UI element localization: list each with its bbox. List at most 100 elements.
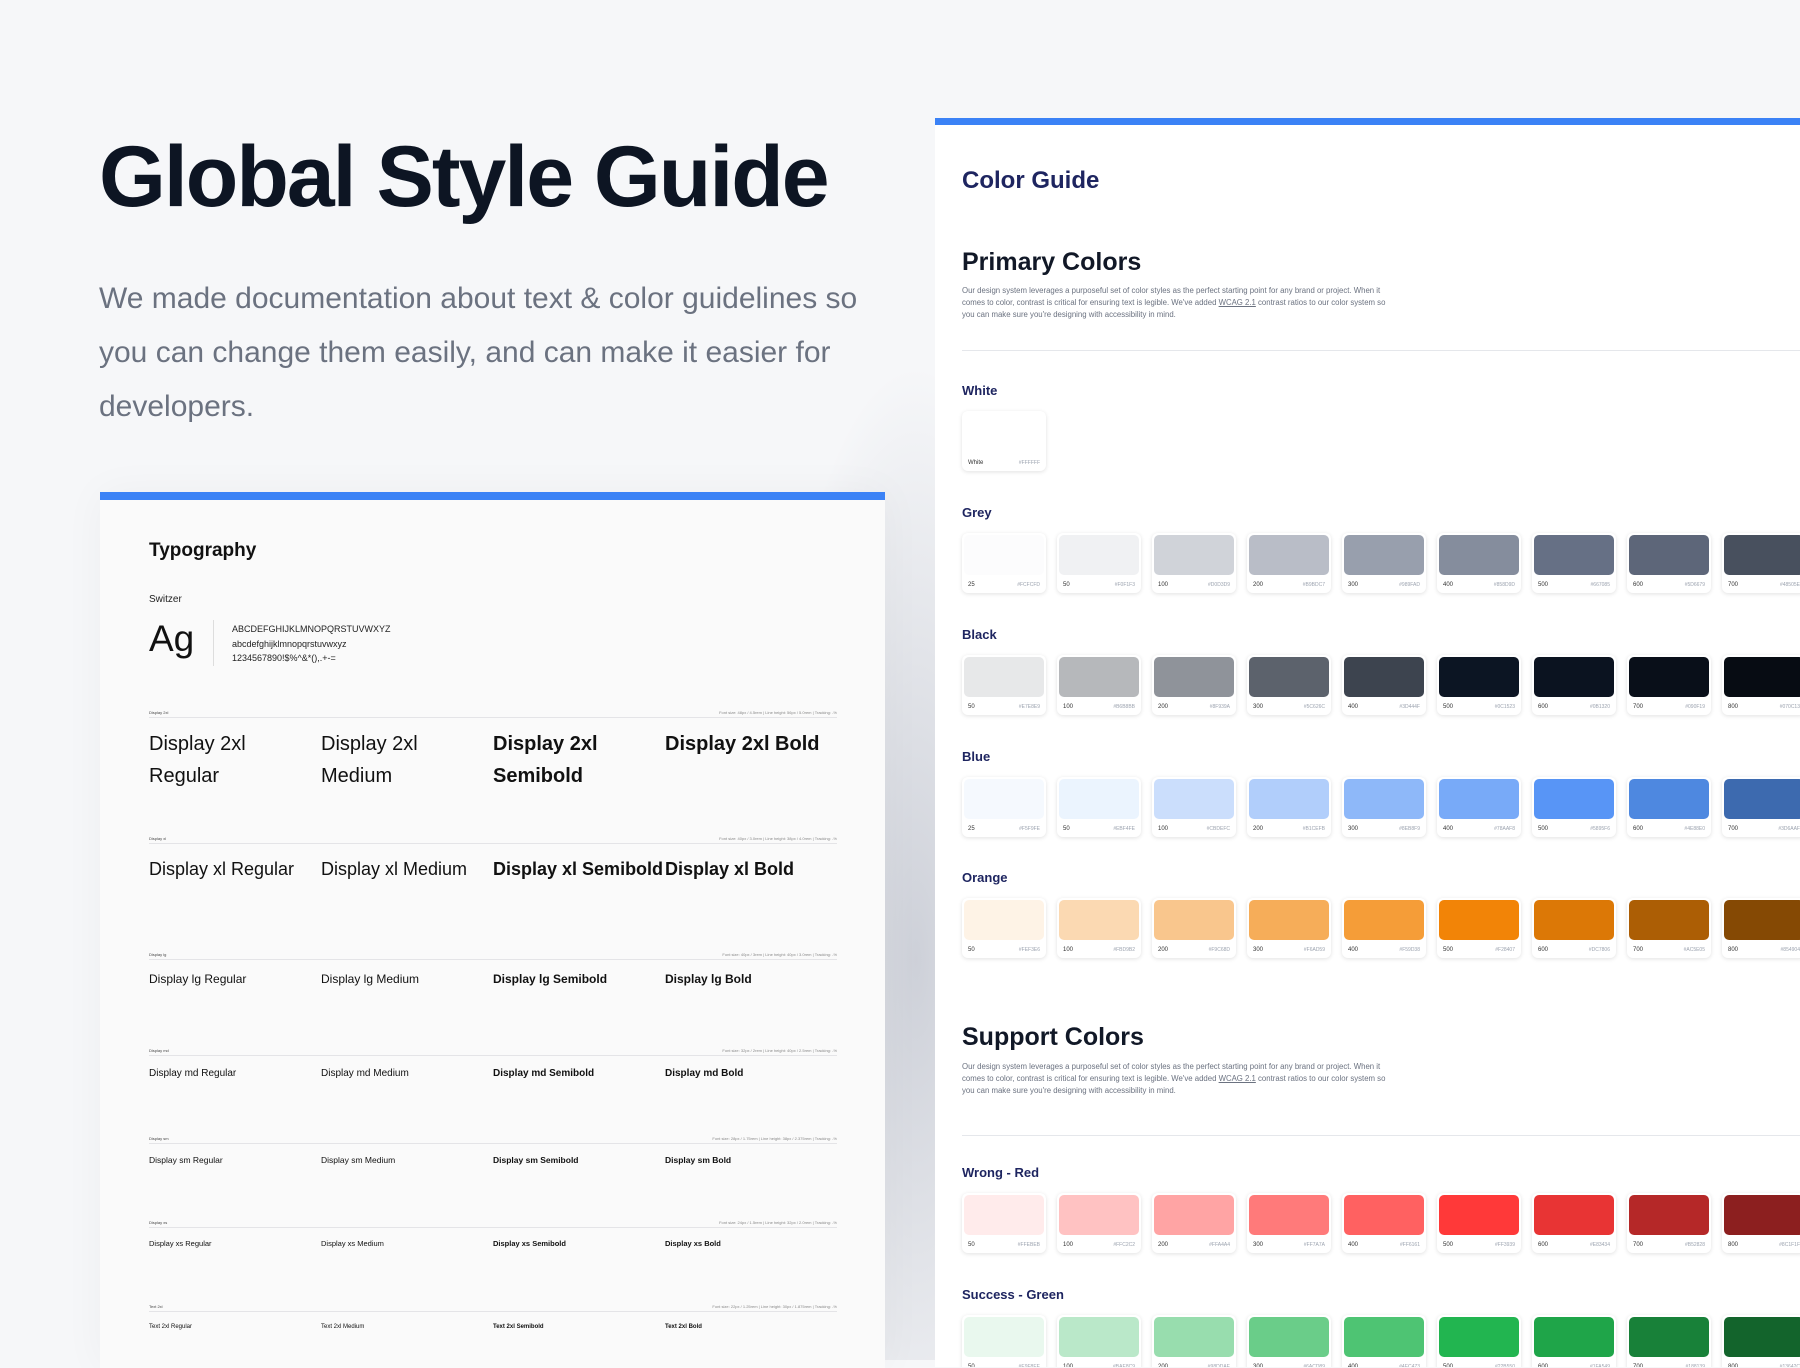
swatch-shade-label: 500 — [1443, 1242, 1454, 1248]
color-swatch[interactable]: 400 #F59D38 — [1342, 898, 1426, 958]
color-swatch[interactable]: 25 #FCFCFD — [962, 533, 1046, 593]
type-weight-sample: Display xl Medium — [321, 859, 468, 879]
support-colors-description: Our design system leverages a purposeful… — [962, 1062, 1386, 1095]
color-group-label: White — [962, 383, 998, 398]
swatch-shade-label: 400 — [1348, 1364, 1359, 1367]
color-swatch[interactable]: 700 #48505E — [1722, 533, 1800, 593]
type-scale-spec: Font size: 32px / 2rem | Line height: 40… — [722, 1048, 837, 1053]
type-weight-samples: Display 2xl Regular Display 2xl Medium Dis… — [149, 728, 837, 792]
swatch-hex-label: #B52828 — [1684, 1242, 1705, 1248]
swatch-shade-label: 50 — [968, 704, 975, 710]
color-swatch[interactable]: 100 #FFC2C2 — [1057, 1193, 1141, 1253]
color-swatch[interactable]: 100 #CBDEFC — [1152, 777, 1236, 837]
type-scale-label: Text 2xl — [149, 1304, 163, 1309]
color-swatch[interactable]: 200 #8F939A — [1152, 655, 1236, 715]
type-weight-sample: Display 2xl Bold — [665, 733, 820, 755]
color-swatch[interactable]: 800 #070C13 — [1722, 655, 1800, 715]
color-swatch[interactable]: 700 #B52828 — [1627, 1193, 1711, 1253]
type-weight-sample: Display xs Semibold — [493, 1239, 566, 1248]
color-swatch[interactable]: 300 #989FAD — [1342, 533, 1426, 593]
swatch-shade-label: 300 — [1253, 704, 1264, 710]
color-swatch[interactable]: 100 #BAE8C9 — [1057, 1315, 1141, 1367]
type-scale-label: Display sm — [149, 1136, 169, 1141]
color-chip — [1534, 535, 1614, 575]
color-chip — [964, 779, 1044, 819]
color-swatch[interactable]: 50 #F0F1F3 — [1057, 533, 1141, 593]
swatch-shade-label: 400 — [1443, 582, 1454, 588]
type-weight-sample: Display md Medium — [321, 1068, 409, 1079]
color-chip — [964, 1317, 1044, 1357]
swatch-shade-label: 500 — [1538, 582, 1549, 588]
color-swatch-row: 25 #FCFCFD 50 #F0F1F3 100 #D0D3D9 200 #B9BDC7 30… — [962, 533, 1800, 593]
type-weight-sample: Display 2xl Medium — [321, 733, 418, 787]
color-swatch[interactable]: 200 #B9BDC7 — [1247, 533, 1331, 593]
swatch-hex-label: #22B550 — [1494, 1364, 1515, 1367]
color-swatch[interactable]: 700 #AC5E05 — [1627, 898, 1711, 958]
typography-card: Typography Switzer Ag ABCDEFGHIJKLMNOPQR… — [100, 492, 885, 1368]
color-swatch[interactable]: 500 #FF3939 — [1437, 1193, 1521, 1253]
color-swatch[interactable]: 300 #8EB8F9 — [1342, 777, 1426, 837]
swatch-shade-label: 25 — [968, 582, 975, 588]
color-swatch[interactable]: 50 #FEF3E6 — [962, 898, 1046, 958]
color-swatch[interactable]: 200 #FFA4A4 — [1152, 1193, 1236, 1253]
type-scale-spec: Font size: 22px / 1.25rem | Line height:… — [712, 1304, 837, 1309]
color-swatch[interactable]: 700 #090F19 — [1627, 655, 1711, 715]
color-swatch[interactable]: 25 #F5F9FE — [962, 777, 1046, 837]
color-swatch[interactable]: 600 #5D6679 — [1627, 533, 1711, 593]
swatch-shade-label: 600 — [1538, 1364, 1549, 1367]
swatch-hex-label: #BAE8C9 — [1113, 1364, 1135, 1367]
color-swatch[interactable]: 50 #EBF4FE — [1057, 777, 1141, 837]
color-swatch[interactable]: 600 #DC7806 — [1532, 898, 1616, 958]
wcag-link[interactable]: WCAG 2.1 — [1219, 298, 1256, 307]
color-swatch[interactable]: 600 #1FA549 — [1532, 1315, 1616, 1367]
color-swatch[interactable]: 50 #E9F8EE — [962, 1315, 1046, 1367]
swatch-hex-label: #854904 — [1780, 947, 1800, 953]
color-swatch[interactable]: 200 #B1CEFB — [1247, 777, 1331, 837]
color-swatch[interactable]: 400 #4EC473 — [1342, 1315, 1426, 1367]
swatch-shade-label: 400 — [1443, 826, 1454, 832]
color-swatch[interactable]: 800 #854904 — [1722, 898, 1800, 958]
wcag-link[interactable]: WCAG 2.1 — [1219, 1074, 1256, 1083]
color-group-label: Success - Green — [962, 1287, 1064, 1302]
type-weight-sample: Display sm Semibold — [493, 1155, 579, 1165]
type-weight-sample: Display sm Bold — [665, 1155, 732, 1165]
color-swatch[interactable]: 50 #FFEBEB — [962, 1193, 1046, 1253]
color-swatch[interactable]: 300 #6ACD89 — [1247, 1315, 1331, 1367]
color-swatch[interactable]: 400 #858D9D — [1437, 533, 1521, 593]
color-swatch[interactable]: 600 #E83434 — [1532, 1193, 1616, 1253]
color-chip — [1534, 1317, 1614, 1357]
color-swatch[interactable]: 100 #D0D3D9 — [1152, 533, 1236, 593]
color-chip — [1344, 535, 1424, 575]
color-swatch[interactable]: 700 #188139 — [1627, 1315, 1711, 1367]
color-swatch[interactable]: 500 #0C1523 — [1437, 655, 1521, 715]
color-swatch[interactable]: 400 #3D444F — [1342, 655, 1426, 715]
color-swatch[interactable]: 100 #FBD9B2 — [1057, 898, 1141, 958]
color-chip — [1724, 657, 1800, 697]
color-swatch[interactable]: White #FFFFFF — [962, 411, 1046, 471]
color-swatch[interactable]: 700 #3D6AAF — [1722, 777, 1800, 837]
color-swatch[interactable]: 300 #FF7A7A — [1247, 1193, 1331, 1253]
color-chip — [1154, 1317, 1234, 1357]
type-weight-sample: Display xl Bold — [665, 859, 795, 879]
color-chip — [1629, 900, 1709, 940]
color-swatch[interactable]: 400 #78AAF8 — [1437, 777, 1521, 837]
color-swatch[interactable]: 600 #4E88E0 — [1627, 777, 1711, 837]
color-swatch[interactable]: 400 #FF6161 — [1342, 1193, 1426, 1253]
color-swatch[interactable]: 500 #5895F6 — [1532, 777, 1616, 837]
color-swatch[interactable]: 50 #E7E8E9 — [962, 655, 1046, 715]
color-swatch[interactable]: 500 #22B550 — [1437, 1315, 1521, 1367]
color-swatch[interactable]: 300 #F6AD59 — [1247, 898, 1331, 958]
color-swatch[interactable]: 200 #F9C68D — [1152, 898, 1236, 958]
swatch-hex-label: #DC7806 — [1588, 947, 1610, 953]
color-swatch[interactable]: 300 #5C626C — [1247, 655, 1331, 715]
color-swatch[interactable]: 500 #F28407 — [1437, 898, 1521, 958]
color-swatch[interactable]: 800 #8C1F1F — [1722, 1193, 1800, 1253]
color-swatch[interactable]: 600 #0B1320 — [1532, 655, 1616, 715]
page-title: Global Style Guide — [99, 129, 830, 225]
swatch-shade-label: 600 — [1633, 582, 1644, 588]
swatch-shade-label: 800 — [1728, 704, 1739, 710]
color-swatch[interactable]: 200 #98DDAE — [1152, 1315, 1236, 1367]
color-swatch[interactable]: 800 #13642C — [1722, 1315, 1800, 1367]
color-swatch[interactable]: 100 #B6B8BB — [1057, 655, 1141, 715]
color-swatch[interactable]: 500 #667085 — [1532, 533, 1616, 593]
